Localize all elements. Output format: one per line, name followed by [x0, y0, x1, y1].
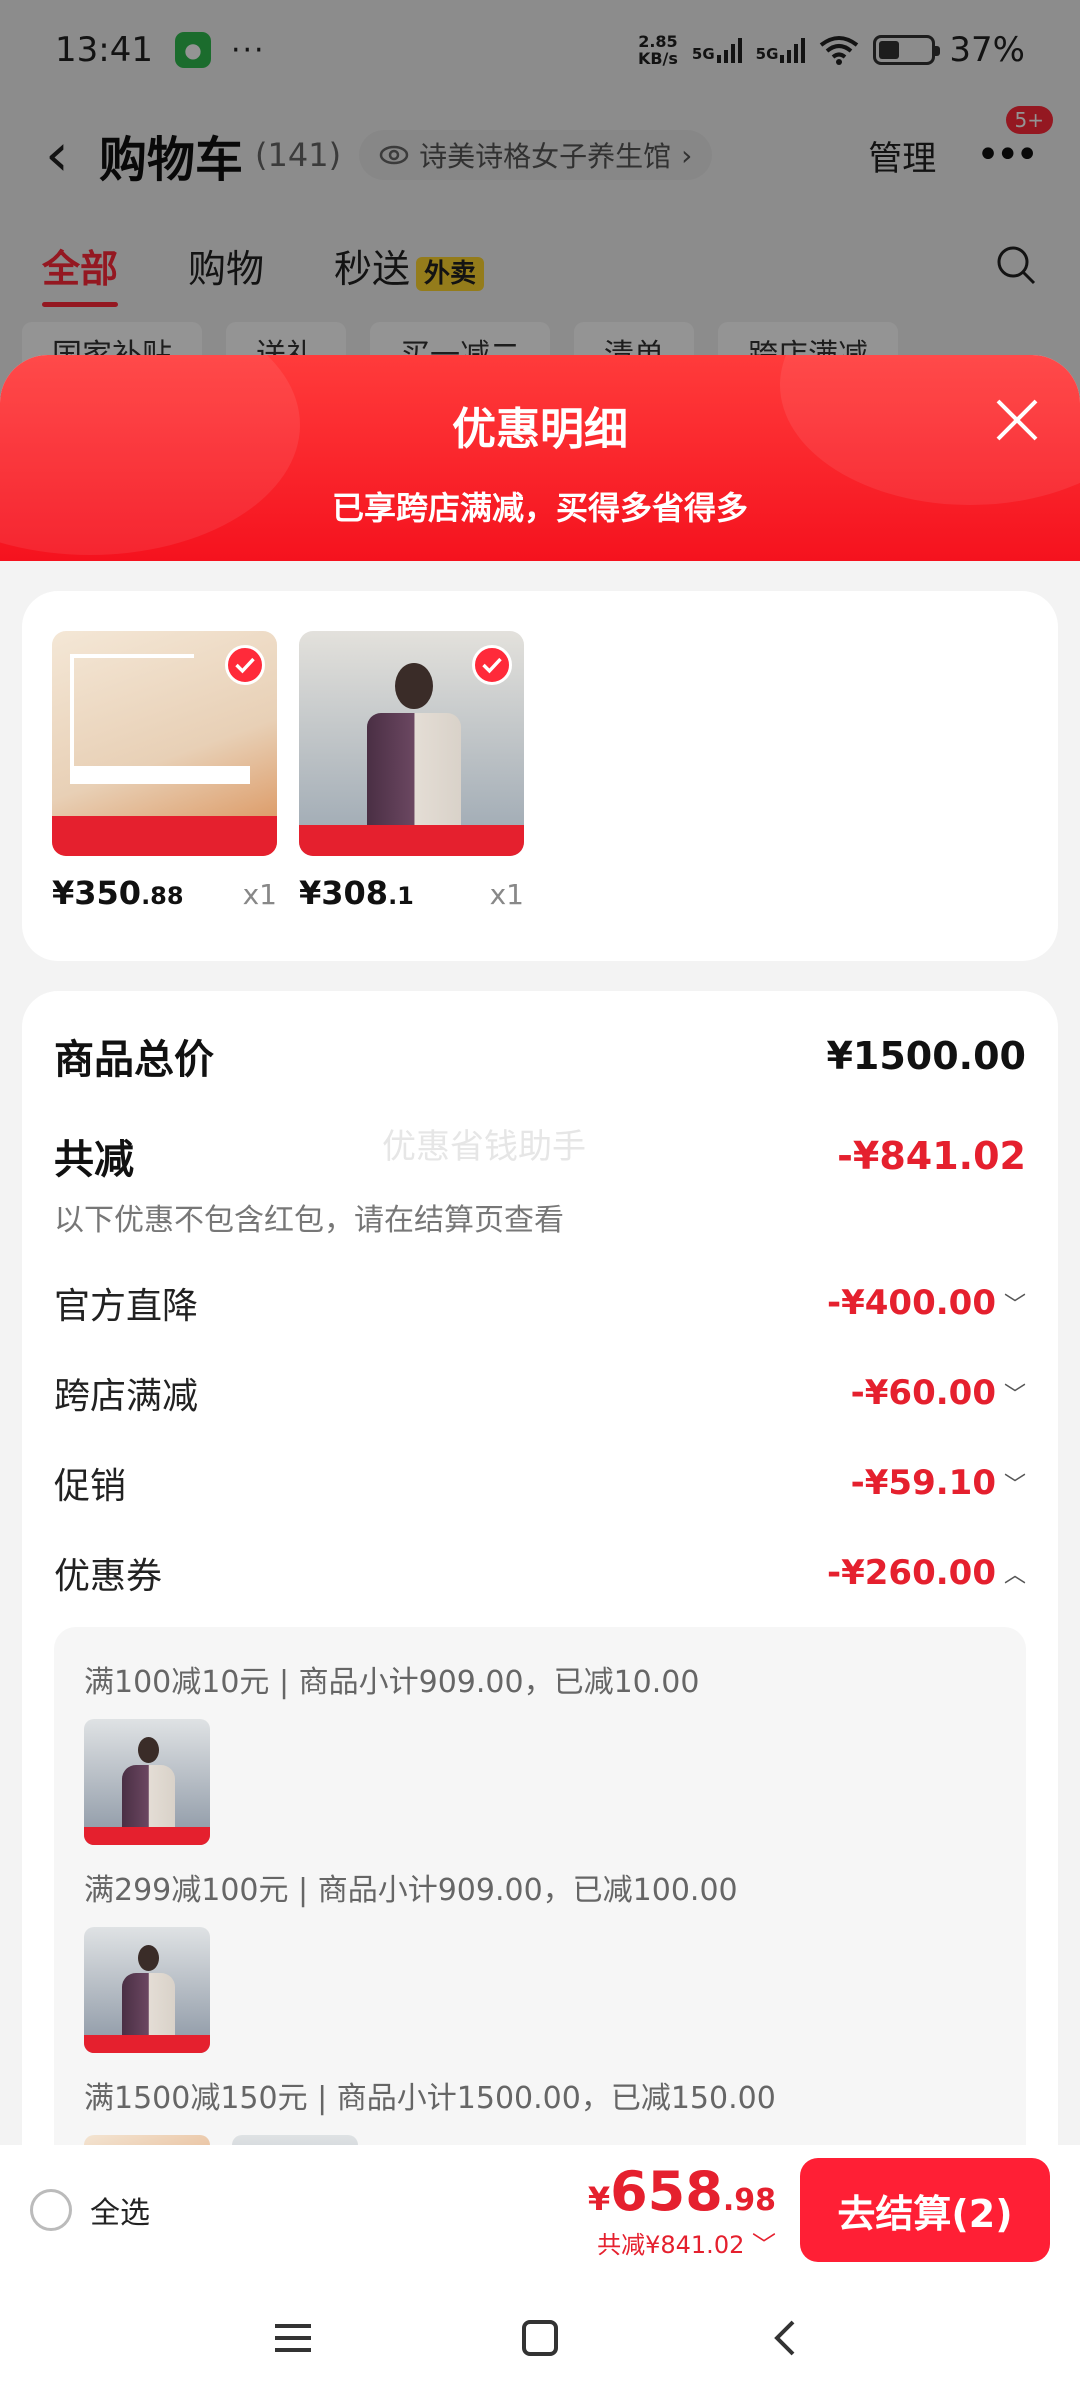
- back-nav-icon[interactable]: [765, 2316, 809, 2360]
- pay-reduce: 共减¥841.02 ﹀: [597, 2231, 776, 2259]
- price-breakdown: 商品总价 ¥1500.00 优惠省钱助手 共减 -¥841.02 以下优惠不包含…: [22, 991, 1058, 2145]
- discount-row-official[interactable]: 官方直降 -¥400.00 ﹀: [54, 1277, 1026, 1329]
- discount-row-promotion[interactable]: 促销 -¥59.10 ﹀: [54, 1457, 1026, 1509]
- total-price-value: ¥1500.00: [826, 1034, 1026, 1078]
- checkout-button[interactable]: 去结算(2): [800, 2158, 1050, 2262]
- home-icon[interactable]: [518, 2316, 562, 2360]
- select-all-radio[interactable]: [30, 2189, 72, 2231]
- payment-summary[interactable]: ¥658.98 共减¥841.02 ﹀: [588, 2160, 776, 2260]
- product-image: [299, 631, 524, 856]
- pay-price: ¥658.98: [587, 2160, 776, 2223]
- discount-row-cross-store[interactable]: 跨店满减 -¥60.00 ﹀: [54, 1367, 1026, 1419]
- checkmark-icon: [472, 645, 512, 685]
- coupon-product-thumb: [84, 1719, 210, 1845]
- checkout-bar: 全选 ¥658.98 共减¥841.02 ﹀ 去结算(2): [0, 2145, 1080, 2275]
- sheet-header: 优惠明细 已享跨店满减，买得多省得多: [0, 355, 1080, 561]
- coupon-product-thumb: [232, 2135, 358, 2145]
- coupon-line: 满1500减150元 | 商品小计1500.00，已减150.00: [84, 2081, 776, 2116]
- product-qty: x1: [242, 878, 277, 911]
- chevron-up-icon: ︿: [1003, 1563, 1026, 1588]
- product-price: ¥350.88: [52, 874, 184, 912]
- product-image: [52, 631, 277, 856]
- checkmark-icon: [225, 645, 265, 685]
- coupon-line: 满100减10元 | 商品小计909.00，已减10.00: [84, 1665, 700, 1700]
- coupon-details: 满100减10元 | 商品小计909.00，已减10.00 满299减100元 …: [54, 1627, 1026, 2145]
- coupon-product-thumb: [84, 2135, 210, 2145]
- discount-note: 以下优惠不包含红包，请在结算页查看: [54, 1203, 564, 1238]
- chevron-down-icon: ﹀: [1003, 1293, 1026, 1318]
- coupon-line: 满299减100元 | 商品小计909.00，已减100.00: [84, 1873, 738, 1908]
- watermark: 优惠省钱助手: [382, 1127, 586, 1167]
- chevron-down-icon: ﹀: [752, 2231, 776, 2259]
- sheet-subtitle: 已享跨店满减，买得多省得多: [331, 489, 748, 527]
- product-qty: x1: [489, 878, 524, 911]
- total-reduce-value: -¥841.02: [837, 1134, 1026, 1178]
- close-icon[interactable]: [994, 397, 1040, 443]
- total-price-label: 商品总价: [54, 1037, 214, 1083]
- product-item[interactable]: ¥308.1 x1: [299, 631, 524, 921]
- chevron-down-icon: ﹀: [1003, 1383, 1026, 1408]
- product-price: ¥308.1: [299, 874, 414, 912]
- discount-detail-sheet: 优惠明细 已享跨店满减，买得多省得多 ¥350.88 x1 ¥308.1 x1 …: [0, 355, 1080, 2145]
- coupon-product-thumb: [84, 1927, 210, 2053]
- chevron-down-icon: ﹀: [1003, 1473, 1026, 1498]
- sheet-title: 优惠明细: [452, 404, 628, 455]
- system-nav-bar: [0, 2275, 1080, 2400]
- selected-products: ¥350.88 x1 ¥308.1 x1: [22, 591, 1058, 961]
- discount-row-coupon[interactable]: 优惠券 -¥260.00 ︿: [54, 1547, 1026, 1599]
- total-reduce-label: 共减: [54, 1137, 134, 1183]
- menu-icon[interactable]: [271, 2316, 315, 2360]
- select-all-label[interactable]: 全选: [90, 2188, 150, 2232]
- product-item[interactable]: ¥350.88 x1: [52, 631, 277, 921]
